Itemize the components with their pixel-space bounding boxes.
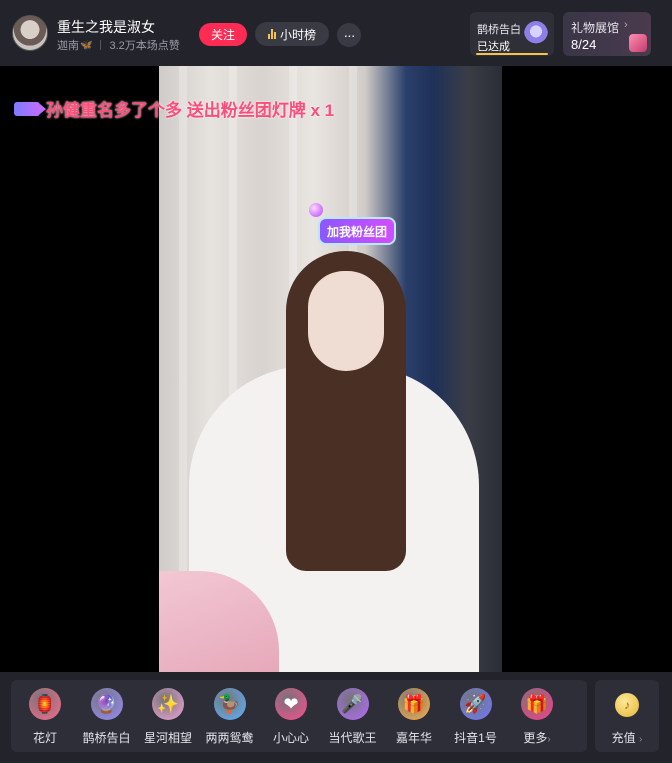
gift-label: 嘉年华	[384, 729, 444, 746]
gift-item[interactable]: 🦆 两两鸳鸯	[200, 680, 260, 752]
crystal-ball-icon	[524, 21, 548, 47]
gift-label: 花灯	[15, 729, 75, 746]
gift-item[interactable]: ✨ 星河相望	[138, 680, 198, 752]
coin-icon: ♪	[615, 693, 639, 717]
gift-label-text: 更多	[523, 731, 548, 745]
gift-item[interactable]: 🚀 抖音1号	[446, 680, 506, 752]
gift-notice: 孙健重名多了个多 送出粉丝团灯牌 x 1	[14, 96, 334, 121]
mandarin-duck-icon: 🦆	[213, 688, 246, 720]
butterfly-icon: 🦋	[80, 39, 93, 51]
progress-line	[476, 53, 548, 55]
live-room: 重生之我是淑女 迦南 🦋 3.2万本场点赞 关注 小时榜 ··· 鹊桥告白 已达…	[0, 0, 672, 763]
confession-card[interactable]: 鹊桥告白 已达成	[470, 12, 554, 56]
divider	[100, 40, 102, 50]
gift-label-text: 抖音1号	[454, 731, 497, 745]
gift-gallery-title: 礼物展馆	[571, 21, 620, 35]
recharge-text: 充值	[611, 731, 636, 745]
gift-item[interactable]: 🎤 当代歌王	[323, 680, 383, 752]
rocket-icon: 🚀	[459, 688, 492, 720]
gift-gallery-count: 8/24	[571, 37, 597, 52]
join-fan-club-tag[interactable]: 加我粉丝团	[318, 217, 396, 245]
gift-label-text: 两两鸳鸯	[205, 731, 254, 745]
confession-title: 鹊桥告白	[477, 24, 521, 36]
gift-bar: 🏮 花灯 🔮 鹊桥告白 ✨ 星河相望 🦆 两两鸳鸯 ❤ 小心心 🎤 当代歌王 🎁 嘉年华 🚀 抖音1号 🎁 更多›	[11, 680, 587, 752]
gift-label: 当代歌王	[323, 729, 383, 746]
gift-label: 星河相望	[138, 729, 198, 746]
gift-item[interactable]: 🎁 嘉年华	[384, 680, 444, 752]
recharge-label: 充值 ›	[595, 729, 659, 746]
gift-item[interactable]: 🔮 鹊桥告白	[77, 680, 137, 752]
singer-icon: 🎤	[336, 688, 369, 720]
streamer-avatar[interactable]	[12, 15, 48, 51]
recharge-button[interactable]: ♪ 充值 ›	[595, 680, 659, 752]
gift-label-text: 花灯	[32, 731, 57, 745]
location-text: 迦南	[57, 40, 79, 52]
starry-river-icon: ✨	[152, 688, 184, 720]
gift-label: 更多›	[507, 729, 567, 746]
more-gifts-button[interactable]: 🎁 更多›	[507, 680, 567, 752]
gift-label: 小心心	[261, 729, 321, 746]
streamer-name[interactable]: 重生之我是淑女	[57, 17, 155, 37]
room-header: 重生之我是淑女 迦南 🦋 3.2万本场点赞 关注 小时榜 ··· 鹊桥告白 已达…	[0, 0, 672, 66]
notice-text: 孙健重名多了个多 送出粉丝团灯牌 x 1	[46, 101, 335, 120]
more-options-button[interactable]: ···	[337, 23, 361, 47]
confession-status: 已达成	[477, 41, 510, 53]
chevron-right-icon: ›	[639, 734, 643, 745]
gift-label-text: 嘉年华	[395, 731, 432, 745]
gift-label-text: 鹊桥告白	[82, 731, 131, 745]
gift-label-text: 小心心	[272, 731, 309, 745]
live-video-frame: 加我粉丝团	[159, 66, 502, 672]
carnival-icon: 🎁	[398, 688, 430, 720]
gift-label: 抖音1号	[446, 729, 506, 746]
curtain-fold	[179, 66, 187, 586]
crystal-ball-icon: 🔮	[90, 688, 123, 720]
rank-bars-icon	[267, 29, 276, 39]
disco-ball-icon	[309, 203, 323, 217]
gift-item[interactable]: 🏮 花灯	[15, 680, 75, 752]
chevron-right-icon: ›	[624, 19, 628, 31]
heart-icon: ❤	[275, 688, 307, 720]
hourly-rank-button[interactable]: 小时榜	[255, 22, 329, 46]
likes-text: 3.2万本场点赞	[109, 40, 180, 52]
lantern-icon: 🏮	[29, 688, 61, 720]
follow-button[interactable]: 关注	[199, 23, 247, 46]
gift-gallery-card[interactable]: 礼物展馆 › 8/24	[563, 12, 651, 56]
gift-item[interactable]: ❤ 小心心	[261, 680, 321, 752]
gift-label: 两两鸳鸯	[200, 729, 260, 746]
gift-box-icon: 🎁	[521, 688, 553, 720]
streamer-face	[308, 271, 384, 371]
message-arrow-icon	[14, 101, 46, 116]
gift-label: 鹊桥告白	[77, 729, 137, 746]
gift-label-text: 星河相望	[143, 731, 192, 745]
streamer-subline: 迦南 🦋 3.2万本场点赞	[57, 37, 180, 53]
rank-label: 小时榜	[279, 27, 316, 42]
video-player[interactable]: 加我粉丝团	[0, 66, 672, 672]
gift-label-text: 当代歌王	[328, 731, 377, 745]
gift-thumbnail-icon	[629, 34, 647, 52]
chevron-right-icon: ›	[547, 734, 551, 745]
